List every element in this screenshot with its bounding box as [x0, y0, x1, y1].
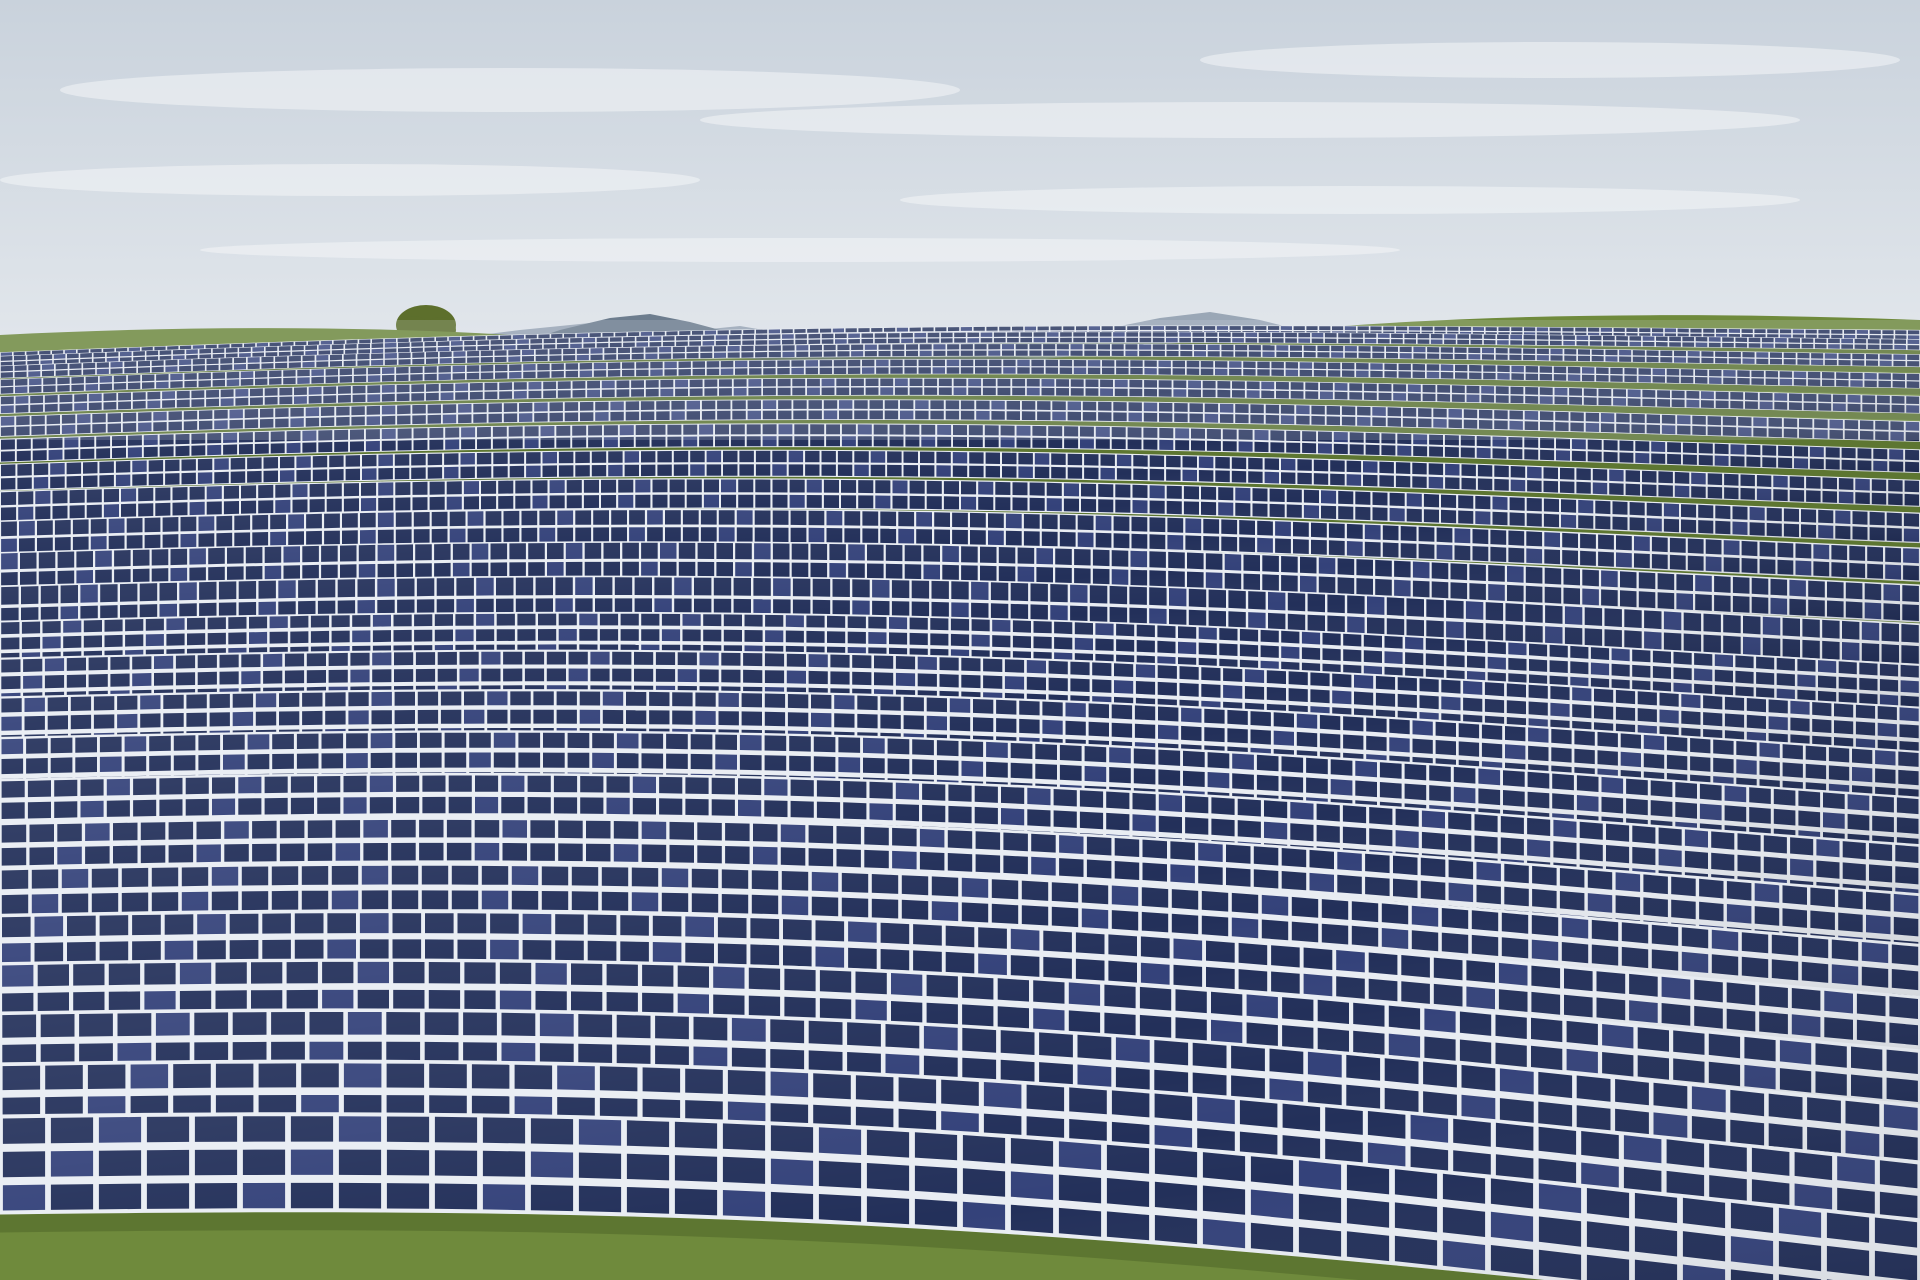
haze: [0, 320, 1920, 440]
solar-panel-array: [0, 325, 1920, 1280]
solar-farm-photo: [0, 0, 1920, 1280]
